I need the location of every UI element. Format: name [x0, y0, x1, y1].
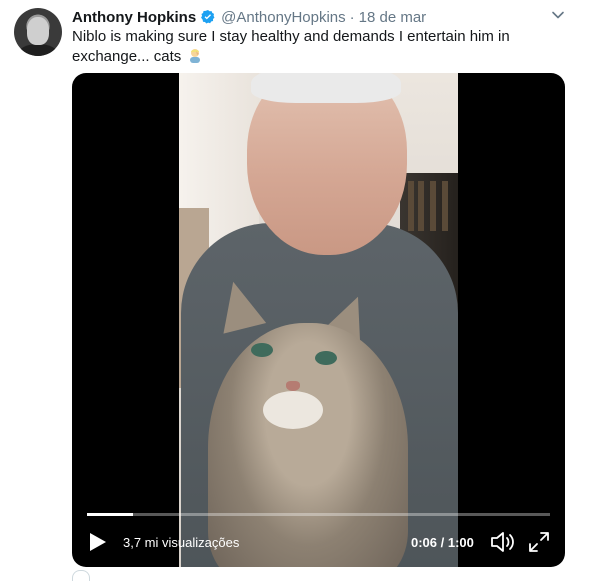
view-count: 3,7 mi visualizações	[123, 535, 240, 550]
fullscreen-icon[interactable]	[528, 531, 550, 553]
tweet-text: Niblo is making sure I stay healthy and …	[72, 27, 532, 67]
separator-dot: ·	[349, 8, 355, 26]
cat-muzzle	[263, 391, 323, 429]
volume-icon[interactable]	[490, 530, 516, 554]
video-player[interactable]: 3,7 mi visualizações 0:06 / 1:00	[72, 73, 565, 567]
cat-nose	[286, 381, 300, 391]
next-tweet-avatar-edge	[72, 570, 90, 581]
cat-eye-right	[315, 351, 337, 365]
chevron-down-icon[interactable]	[551, 8, 565, 22]
person-facepalm-emoji-icon	[187, 47, 203, 63]
author-handle[interactable]: @AnthonyHopkins	[221, 9, 345, 26]
tweet: Anthony Hopkins @AnthonyHopkins · 18 de …	[0, 0, 600, 581]
video-person-hair	[251, 73, 401, 103]
video-controls: 3,7 mi visualizações 0:06 / 1:00	[72, 527, 565, 557]
tweet-text-content: Niblo is making sure I stay healthy and …	[72, 28, 510, 65]
play-icon[interactable]	[89, 532, 107, 552]
cat-eye-left	[251, 343, 273, 357]
video-progress-bar[interactable]	[87, 513, 550, 516]
avatar[interactable]	[14, 8, 62, 56]
verified-badge-icon	[200, 9, 216, 25]
video-progress-fill	[87, 513, 134, 516]
avatar-shoulders	[18, 44, 58, 56]
video-frame	[179, 73, 458, 567]
author-name[interactable]: Anthony Hopkins	[72, 9, 196, 26]
tweet-header: Anthony Hopkins @AnthonyHopkins · 18 de …	[72, 8, 426, 26]
video-time: 0:06 / 1:00	[411, 535, 474, 550]
avatar-face	[27, 17, 49, 45]
tweet-date[interactable]: 18 de mar	[359, 9, 427, 26]
